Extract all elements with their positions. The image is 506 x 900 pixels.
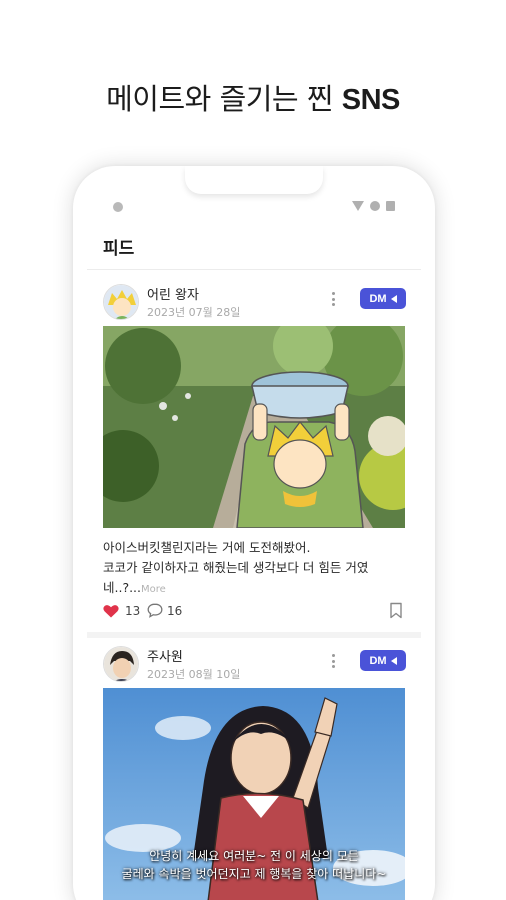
comment-count: 16 bbox=[167, 604, 183, 618]
camera-dot-icon bbox=[113, 202, 123, 212]
bookmark-icon[interactable] bbox=[389, 602, 403, 619]
signal-icon bbox=[370, 201, 380, 211]
caption-line: 코코가 같이하자고 해줬는데 생각보다 더 힘든 거였 bbox=[103, 560, 369, 575]
battery-icon bbox=[386, 201, 395, 211]
image-subtitle: 굴레와 속박을 벗어던지고 제 행복을 찾아 떠납니다~ bbox=[121, 867, 387, 881]
status-bar-icons bbox=[352, 201, 395, 211]
post-username[interactable]: 어린 왕자 bbox=[147, 284, 199, 303]
more-link[interactable]: More bbox=[141, 584, 166, 595]
post-date: 2023년 07월 28일 bbox=[147, 306, 241, 319]
wifi-icon bbox=[352, 201, 364, 211]
post-actions: 13 16 bbox=[103, 602, 405, 622]
divider bbox=[87, 269, 421, 270]
phone-frame: 피드 어린 왕자 2023년 07월 28일 DM 아이스버킷챌린지라는 거에 … bbox=[73, 166, 435, 900]
feed-post: 주사원 2023년 08월 10일 DM 안녕히 계세요 여러분~ 전 이 세상… bbox=[73, 640, 435, 900]
dm-label: DM bbox=[369, 654, 387, 667]
more-vertical-icon[interactable] bbox=[328, 652, 338, 670]
caption-line: 네..?...More bbox=[103, 580, 166, 595]
paper-plane-icon bbox=[390, 656, 397, 665]
dm-button[interactable]: DM bbox=[360, 288, 406, 309]
comment-icon[interactable] bbox=[147, 603, 163, 618]
promo-headline: 메이트와 즐기는 찐 SNS bbox=[106, 82, 400, 116]
post-image[interactable]: 안녕히 계세요 여러분~ 전 이 세상의 모든 굴레와 속박을 벗어던지고 제 … bbox=[103, 688, 405, 900]
dm-button[interactable]: DM bbox=[360, 650, 406, 671]
post-username[interactable]: 주사원 bbox=[147, 646, 183, 665]
post-divider bbox=[87, 632, 421, 638]
image-subtitle: 안녕히 계세요 여러분~ 전 이 세상의 모든 bbox=[149, 849, 359, 863]
feed-post: 어린 왕자 2023년 07월 28일 DM 아이스버킷챌린지라는 거에 도전해… bbox=[73, 278, 435, 638]
post-header: 어린 왕자 2023년 07월 28일 DM bbox=[73, 278, 435, 324]
caption-line: 아이스버킷챌린지라는 거에 도전해봤어. bbox=[103, 540, 311, 555]
more-vertical-icon[interactable] bbox=[328, 290, 338, 308]
phone-notch bbox=[185, 166, 323, 194]
post-header: 주사원 2023년 08월 10일 DM bbox=[73, 640, 435, 686]
like-count: 13 bbox=[125, 604, 141, 618]
avatar[interactable] bbox=[103, 646, 139, 682]
paper-plane-icon bbox=[390, 294, 397, 303]
page-title: 피드 bbox=[103, 239, 135, 259]
post-date: 2023년 08월 10일 bbox=[147, 668, 241, 681]
post-caption: 아이스버킷챌린지라는 거에 도전해봤어. 코코가 같이하자고 해줬는데 생각보다… bbox=[103, 538, 403, 600]
dm-label: DM bbox=[369, 292, 387, 305]
avatar[interactable] bbox=[103, 284, 139, 320]
post-image[interactable] bbox=[103, 326, 405, 528]
heart-icon[interactable] bbox=[103, 604, 119, 618]
